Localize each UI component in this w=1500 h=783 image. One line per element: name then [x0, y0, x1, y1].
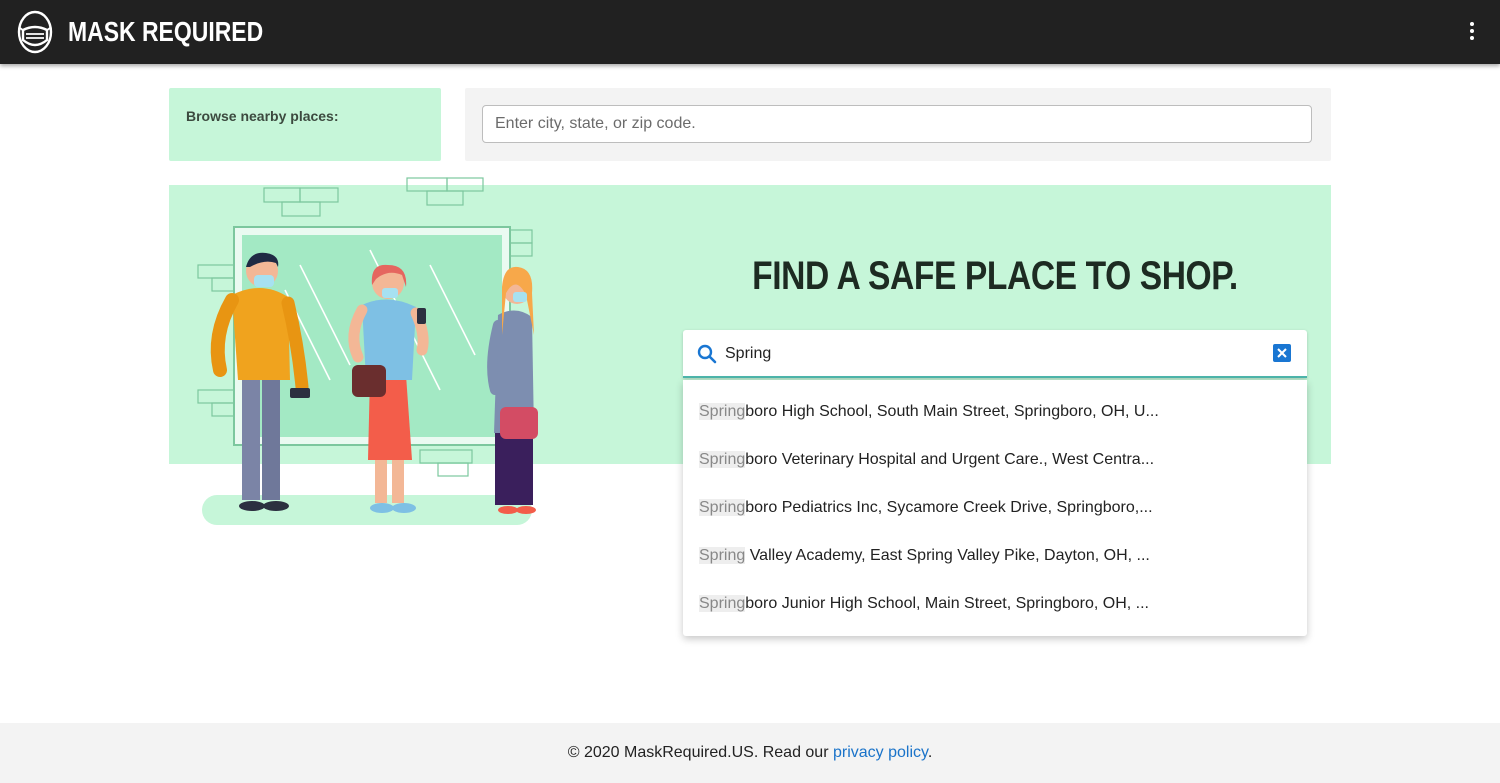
browse-label: Browse nearby places:: [186, 108, 339, 124]
hero-headline: FIND A SAFE PLACE TO SHOP.: [752, 254, 1238, 298]
privacy-policy-link[interactable]: privacy policy: [833, 744, 928, 761]
footer-suffix: .: [927, 744, 933, 761]
search-icon: [697, 344, 717, 364]
brand-name: MASK REQUIRED: [68, 16, 264, 47]
search-input[interactable]: [723, 341, 1267, 367]
suggestion-item[interactable]: Springboro Pediatrics Inc, Sycamore Cree…: [699, 493, 1289, 523]
brand-link[interactable]: MASK REQUIRED: [16, 10, 306, 54]
suggestion-item[interactable]: Springboro High School, South Main Stree…: [699, 397, 1289, 427]
browse-panel: Browse nearby places:: [169, 88, 441, 161]
suggestion-item[interactable]: Springboro Veterinary Hospital and Urgen…: [699, 445, 1289, 475]
location-panel: [465, 88, 1331, 161]
place-search: [683, 330, 1307, 378]
shoppers-illustration: [197, 177, 538, 525]
suggestion-item[interactable]: Springboro Junior High School, Main Stre…: [699, 589, 1289, 619]
footer-copyright: © 2020 MaskRequired.US. Read our: [567, 744, 833, 761]
more-vert-icon[interactable]: [1460, 20, 1484, 44]
search-suggestions: Springboro High School, South Main Stree…: [683, 380, 1307, 636]
close-icon[interactable]: [1273, 344, 1291, 362]
location-input[interactable]: [482, 105, 1312, 143]
suggestion-item[interactable]: Spring Valley Academy, East Spring Valle…: [699, 541, 1289, 571]
page-footer: © 2020 MaskRequired.US. Read our privacy…: [0, 723, 1500, 783]
mask-icon: [17, 10, 53, 54]
app-header: MASK REQUIRED: [0, 0, 1500, 64]
